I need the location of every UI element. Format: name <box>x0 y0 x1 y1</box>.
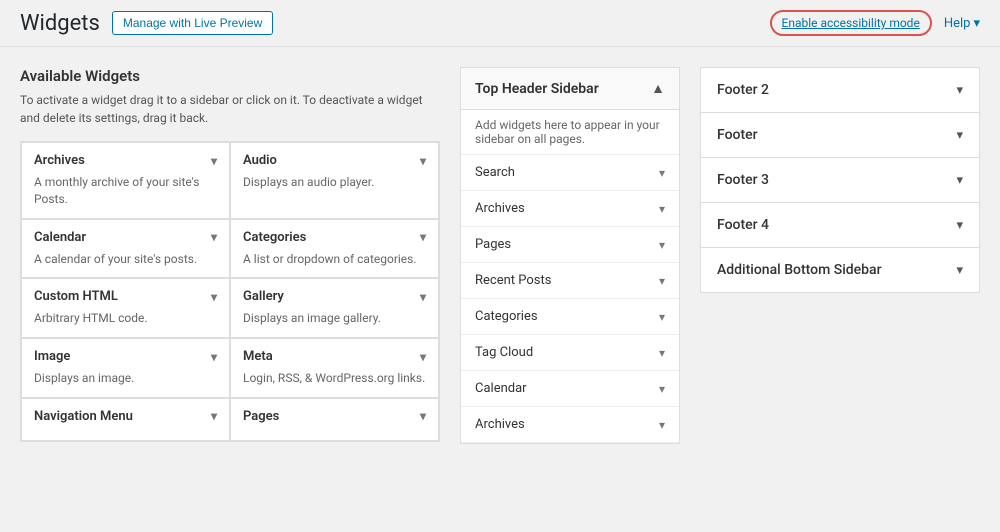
footer-4-label: Footer 4 <box>717 217 769 233</box>
widget-slot-archives[interactable]: Archives ▾ <box>461 191 679 227</box>
widget-meta-label: Meta <box>243 349 273 364</box>
widget-meta-desc: Login, RSS, & WordPress.org links. <box>243 370 426 387</box>
footer-3-item[interactable]: Footer 3 ▾ <box>700 157 980 203</box>
widget-slot-pages-chevron-icon: ▾ <box>659 238 665 252</box>
widget-categories-label: Categories <box>243 230 306 245</box>
widget-slot-search-chevron-icon: ▾ <box>659 166 665 180</box>
widget-item-nav-menu[interactable]: Navigation Menu ▾ <box>21 398 230 441</box>
footer-item[interactable]: Footer ▾ <box>700 112 980 158</box>
widget-slot-recent-posts-label: Recent Posts <box>475 273 551 288</box>
footer-2-item[interactable]: Footer 2 ▾ <box>700 67 980 113</box>
widget-item-gallery[interactable]: Gallery ▾ Displays an image gallery. <box>230 278 439 338</box>
available-widgets-title: Available Widgets <box>20 67 440 85</box>
top-bar-left: Widgets Manage with Live Preview <box>20 11 273 36</box>
widget-custom-html-desc: Arbitrary HTML code. <box>34 310 217 327</box>
footer-4-chevron-icon: ▾ <box>956 218 963 233</box>
widget-image-desc: Displays an image. <box>34 370 217 387</box>
footer-4-item[interactable]: Footer 4 ▾ <box>700 202 980 248</box>
widget-item-pages[interactable]: Pages ▾ <box>230 398 439 441</box>
top-header-sidebar-title: Top Header Sidebar <box>475 81 599 97</box>
widget-calendar-chevron-icon: ▾ <box>211 230 217 244</box>
additional-bottom-sidebar-chevron-icon: ▾ <box>956 263 963 278</box>
widget-calendar-label: Calendar <box>34 230 86 245</box>
widget-slot-archives-chevron-icon: ▾ <box>659 202 665 216</box>
widget-slot-recent-posts[interactable]: Recent Posts ▾ <box>461 263 679 299</box>
widget-slot-tag-cloud-chevron-icon: ▾ <box>659 346 665 360</box>
widget-custom-html-chevron-icon: ▾ <box>211 290 217 304</box>
widget-item-categories[interactable]: Categories ▾ A list or dropdown of categ… <box>230 219 439 279</box>
widget-image-label: Image <box>34 349 70 364</box>
widget-meta-chevron-icon: ▾ <box>420 350 426 364</box>
footer-3-label: Footer 3 <box>717 172 769 188</box>
help-label: Help <box>944 16 971 31</box>
widget-item-meta[interactable]: Meta ▾ Login, RSS, & WordPress.org links… <box>230 338 439 398</box>
footer-3-chevron-icon: ▾ <box>956 173 963 188</box>
widget-slot-categories[interactable]: Categories ▾ <box>461 299 679 335</box>
footer-2-label: Footer 2 <box>717 82 769 98</box>
widget-audio-chevron-icon: ▾ <box>420 154 426 168</box>
widget-item-custom-html[interactable]: Custom HTML ▾ Arbitrary HTML code. <box>21 278 230 338</box>
widget-slot-archives-2-chevron-icon: ▾ <box>659 418 665 432</box>
widget-slot-calendar[interactable]: Calendar ▾ <box>461 371 679 407</box>
top-bar-right: Enable accessibility mode Help ▾ <box>770 10 980 36</box>
widget-audio-label: Audio <box>243 153 277 168</box>
widget-item-calendar[interactable]: Calendar ▾ A calendar of your site's pos… <box>21 219 230 279</box>
widget-archives-desc: A monthly archive of your site's Posts. <box>34 174 217 208</box>
live-preview-button[interactable]: Manage with Live Preview <box>112 11 273 35</box>
widget-categories-chevron-icon: ▾ <box>420 230 426 244</box>
widget-slot-categories-chevron-icon: ▾ <box>659 310 665 324</box>
page-title: Widgets <box>20 11 100 36</box>
widget-gallery-desc: Displays an image gallery. <box>243 310 426 327</box>
available-widgets-panel: Available Widgets To activate a widget d… <box>20 67 440 504</box>
top-header-sidebar-chevron-icon: ▲ <box>651 80 665 97</box>
widget-image-chevron-icon: ▾ <box>211 350 217 364</box>
help-link[interactable]: Help ▾ <box>944 16 980 31</box>
widget-nav-menu-chevron-icon: ▾ <box>211 409 217 423</box>
top-header-sidebar-header[interactable]: Top Header Sidebar ▲ <box>461 68 679 110</box>
widget-gallery-chevron-icon: ▾ <box>420 290 426 304</box>
main-content: Available Widgets To activate a widget d… <box>0 47 1000 524</box>
widget-audio-desc: Displays an audio player. <box>243 174 426 191</box>
sidebars-column: Top Header Sidebar ▲ Add widgets here to… <box>460 67 680 504</box>
available-widgets-description: To activate a widget drag it to a sideba… <box>20 91 440 127</box>
footer-2-chevron-icon: ▾ <box>956 83 963 98</box>
widget-slot-pages-label: Pages <box>475 237 511 252</box>
footer-chevron-icon: ▾ <box>956 128 963 143</box>
widget-archives-label: Archives <box>34 153 85 168</box>
widget-slot-archives-2[interactable]: Archives ▾ <box>461 407 679 443</box>
help-chevron-icon: ▾ <box>973 16 980 31</box>
additional-bottom-sidebar-item[interactable]: Additional Bottom Sidebar ▾ <box>700 247 980 293</box>
top-header-sidebar-desc: Add widgets here to appear in your sideb… <box>461 110 679 155</box>
widget-slot-tag-cloud-label: Tag Cloud <box>475 345 533 360</box>
widget-slot-search[interactable]: Search ▾ <box>461 155 679 191</box>
widget-slot-categories-label: Categories <box>475 309 538 324</box>
top-header-sidebar-panel: Top Header Sidebar ▲ Add widgets here to… <box>460 67 680 444</box>
widget-archives-chevron-icon: ▾ <box>211 154 217 168</box>
widget-gallery-label: Gallery <box>243 289 284 304</box>
top-bar: Widgets Manage with Live Preview Enable … <box>0 0 1000 47</box>
widget-slot-calendar-label: Calendar <box>475 381 527 396</box>
accessibility-mode-button[interactable]: Enable accessibility mode <box>770 10 932 36</box>
widget-slot-search-label: Search <box>475 165 515 180</box>
widget-pages-chevron-icon: ▾ <box>420 409 426 423</box>
widget-slot-recent-posts-chevron-icon: ▾ <box>659 274 665 288</box>
widget-slot-archives-label: Archives <box>475 201 525 216</box>
right-column: Footer 2 ▾ Footer ▾ Footer 3 ▾ Footer 4 … <box>700 67 980 504</box>
widget-pages-label: Pages <box>243 409 279 424</box>
widget-custom-html-label: Custom HTML <box>34 289 118 304</box>
widget-item-archives[interactable]: Archives ▾ A monthly archive of your sit… <box>21 142 230 219</box>
widget-slot-pages[interactable]: Pages ▾ <box>461 227 679 263</box>
widget-slot-archives-2-label: Archives <box>475 417 525 432</box>
widget-slot-calendar-chevron-icon: ▾ <box>659 382 665 396</box>
widget-categories-desc: A list or dropdown of categories. <box>243 251 426 268</box>
widget-item-audio[interactable]: Audio ▾ Displays an audio player. <box>230 142 439 219</box>
widget-item-image[interactable]: Image ▾ Displays an image. <box>21 338 230 398</box>
widget-grid: Archives ▾ A monthly archive of your sit… <box>20 141 440 442</box>
widget-slot-tag-cloud[interactable]: Tag Cloud ▾ <box>461 335 679 371</box>
widget-nav-menu-label: Navigation Menu <box>34 409 133 424</box>
widget-calendar-desc: A calendar of your site's posts. <box>34 251 217 268</box>
additional-bottom-sidebar-label: Additional Bottom Sidebar <box>717 262 882 278</box>
footer-label: Footer <box>717 127 758 143</box>
